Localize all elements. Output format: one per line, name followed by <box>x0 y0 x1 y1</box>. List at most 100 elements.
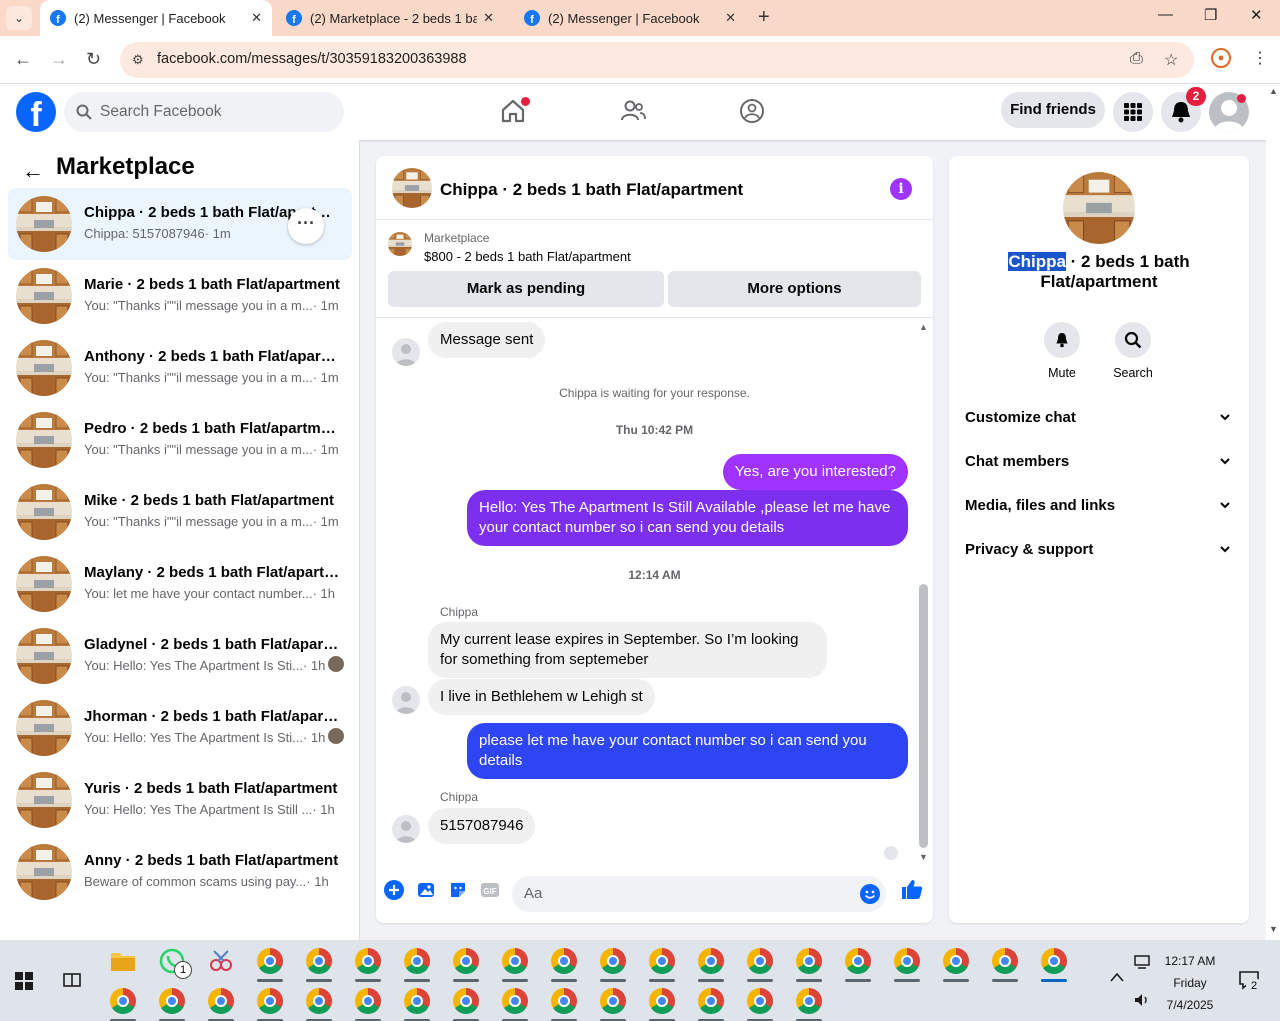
chrome-taskbar-icon[interactable] <box>208 988 234 1014</box>
network-icon[interactable] <box>1133 954 1151 970</box>
listing-large-thumbnail[interactable] <box>1063 172 1135 244</box>
browser-tab-messenger-2[interactable]: f (2) Messenger | Facebook ✕ <box>514 0 746 36</box>
thumbs-up-icon[interactable] <box>900 877 924 901</box>
chrome-taskbar-icon[interactable] <box>404 948 430 974</box>
chrome-taskbar-icon[interactable] <box>649 948 675 974</box>
tab-search-dropdown[interactable]: ⌄ <box>6 6 32 30</box>
browser-tab-marketplace[interactable]: f (2) Marketplace - 2 beds 1 bath ✕ <box>276 0 504 36</box>
chrome-taskbar-icon[interactable] <box>355 988 381 1014</box>
chrome-taskbar-icon[interactable] <box>894 948 920 974</box>
volume-icon[interactable] <box>1133 992 1151 1008</box>
conversation-item[interactable]: Anny · 2 beds 1 bath Flat/apartment Bewar… <box>8 836 352 908</box>
close-window-icon[interactable]: ✕ <box>1250 6 1263 24</box>
photo-icon[interactable] <box>416 880 436 900</box>
menu-grid-button[interactable] <box>1113 92 1153 132</box>
find-friends-button[interactable]: Find friends <box>1001 92 1105 128</box>
chat-title[interactable]: Chippa · 2 beds 1 bath Flat/apartment <box>440 180 743 200</box>
conversation-item[interactable]: Gladynel · 2 beds 1 bath Flat/apartment Y… <box>8 620 352 692</box>
site-info-icon[interactable]: ⚙ <box>132 52 144 68</box>
sticker-icon[interactable] <box>448 880 468 900</box>
chrome-taskbar-icon[interactable] <box>747 988 773 1014</box>
snipping-tool-icon[interactable] <box>208 950 234 972</box>
chat-scroll-thumb[interactable] <box>919 584 928 848</box>
close-tab-icon[interactable]: ✕ <box>483 10 494 26</box>
conversation-item[interactable]: Maylany · 2 beds 1 bath Flat/apartment Yo… <box>8 548 352 620</box>
conversation-item[interactable]: Chippa · 2 beds 1 bath Flat/apartment Chi… <box>8 188 352 260</box>
chrome-taskbar-icon[interactable] <box>600 988 626 1014</box>
more-options-icon[interactable]: ··· <box>288 208 324 244</box>
browser-profile-icon[interactable]: ● <box>1211 48 1231 68</box>
search-facebook-input[interactable]: Search Facebook <box>64 92 344 132</box>
chrome-taskbar-icon[interactable] <box>502 948 528 974</box>
gif-icon[interactable]: GIF <box>480 880 500 900</box>
groups-icon[interactable] <box>739 98 765 124</box>
reload-icon[interactable]: ↻ <box>86 49 101 70</box>
chrome-taskbar-icon[interactable] <box>502 988 528 1014</box>
chrome-taskbar-icon[interactable] <box>698 948 724 974</box>
browser-tab-messenger[interactable]: f (2) Messenger | Facebook ✕ <box>40 0 272 36</box>
plus-icon[interactable] <box>384 880 404 900</box>
mark-as-pending-button[interactable]: Mark as pending <box>388 271 664 307</box>
chrome-taskbar-icon[interactable] <box>992 948 1018 974</box>
page-scrollbar[interactable]: ▲ ▼ <box>1266 84 1280 940</box>
chrome-taskbar-icon[interactable] <box>796 988 822 1014</box>
scroll-up-icon[interactable]: ▲ <box>1269 86 1278 96</box>
privacy-support-section[interactable]: Privacy & support <box>965 541 1237 558</box>
friends-icon[interactable] <box>620 98 646 124</box>
chrome-taskbar-icon[interactable] <box>747 948 773 974</box>
chrome-taskbar-icon[interactable] <box>306 948 332 974</box>
system-clock[interactable]: 12:17 AM Friday 7/4/2025 <box>1150 950 1230 1016</box>
chrome-taskbar-icon[interactable] <box>453 988 479 1014</box>
back-arrow-icon[interactable]: ← <box>22 158 44 184</box>
minimize-icon[interactable]: — <box>1158 6 1173 23</box>
chrome-taskbar-icon[interactable] <box>159 988 185 1014</box>
close-tab-icon[interactable]: ✕ <box>725 10 736 26</box>
back-arrow-icon[interactable]: ← <box>14 49 32 70</box>
chrome-taskbar-icon[interactable] <box>649 988 675 1014</box>
scroll-down-icon[interactable]: ▼ <box>1269 924 1278 934</box>
conversation-item[interactable]: Jhorman · 2 beds 1 bath Flat/apartment Yo… <box>8 692 352 764</box>
scroll-up-icon[interactable]: ▲ <box>919 322 928 332</box>
chrome-taskbar-icon[interactable] <box>600 948 626 974</box>
chrome-taskbar-icon[interactable] <box>257 988 283 1014</box>
file-explorer-icon[interactable] <box>110 950 136 972</box>
info-icon[interactable]: i <box>890 178 912 200</box>
more-options-button[interactable]: More options <box>668 271 921 307</box>
chrome-taskbar-icon[interactable] <box>698 988 724 1014</box>
restore-icon[interactable]: ❐ <box>1204 6 1217 24</box>
message-input[interactable]: Aa <box>512 876 886 912</box>
conversation-item[interactable]: Anthony · 2 beds 1 bath Flat/apartment Yo… <box>8 332 352 404</box>
listing-price-title[interactable]: $800 - 2 beds 1 bath Flat/apartment <box>424 249 631 264</box>
chrome-taskbar-icon[interactable] <box>845 948 871 974</box>
media-files-links-section[interactable]: Media, files and links <box>965 497 1237 514</box>
windows-start-icon[interactable] <box>15 972 33 990</box>
chrome-taskbar-icon[interactable] <box>1041 948 1067 974</box>
conversation-item[interactable]: Pedro · 2 beds 1 bath Flat/apartment You:… <box>8 404 352 476</box>
chrome-taskbar-icon[interactable] <box>110 988 136 1014</box>
new-tab-icon[interactable]: + <box>758 6 770 29</box>
chrome-taskbar-icon[interactable] <box>306 988 332 1014</box>
facebook-logo[interactable]: f <box>16 92 56 132</box>
scroll-down-icon[interactable]: ▼ <box>919 852 928 862</box>
url-field[interactable]: ⚙ facebook.com/messages/t/30359183200363… <box>120 42 1194 78</box>
chrome-taskbar-icon[interactable] <box>355 948 381 974</box>
close-tab-icon[interactable]: ✕ <box>251 10 262 26</box>
conversation-item[interactable]: Marie · 2 beds 1 bath Flat/apartment You:… <box>8 260 352 332</box>
chrome-taskbar-icon[interactable] <box>257 948 283 974</box>
browser-menu-icon[interactable]: ⋮ <box>1252 48 1268 68</box>
task-view-icon[interactable] <box>62 971 82 989</box>
mute-button[interactable]: Mute <box>1032 322 1092 380</box>
emoji-icon[interactable] <box>860 884 880 904</box>
listing-thumbnail[interactable] <box>392 168 432 208</box>
chrome-taskbar-icon[interactable] <box>551 948 577 974</box>
chrome-taskbar-icon[interactable] <box>943 948 969 974</box>
bookmark-star-icon[interactable]: ☆ <box>1164 50 1178 70</box>
chrome-taskbar-icon[interactable] <box>404 988 430 1014</box>
customize-chat-section[interactable]: Customize chat <box>965 409 1237 426</box>
conversation-item[interactable]: Mike · 2 beds 1 bath Flat/apartment You: … <box>8 476 352 548</box>
install-app-icon[interactable]: ⎙ <box>1130 50 1143 68</box>
chat-members-section[interactable]: Chat members <box>965 453 1237 470</box>
chrome-taskbar-icon[interactable] <box>551 988 577 1014</box>
show-hidden-icons-chevron[interactable] <box>1110 972 1124 982</box>
conversation-item[interactable]: Yuris · 2 beds 1 bath Flat/apartment You:… <box>8 764 352 836</box>
